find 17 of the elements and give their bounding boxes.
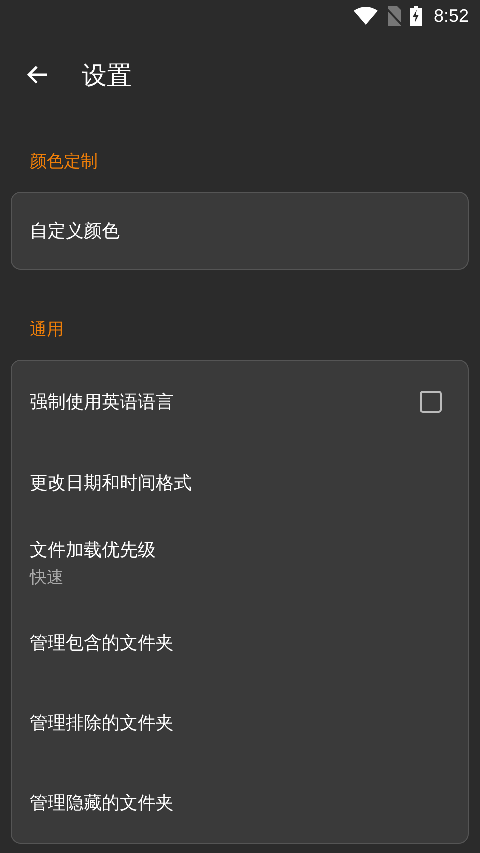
setting-label[interactable]: 强制使用英语语言 — [30, 390, 174, 414]
battery-charging-icon — [410, 6, 422, 26]
no-sim-icon — [386, 6, 402, 26]
clock-time: 8:52 — [434, 6, 469, 26]
setting-label[interactable]: 管理排除的文件夹 — [30, 711, 174, 735]
section-header: 颜色定制 — [29, 151, 99, 174]
setting-label[interactable]: 文件加载优先级 — [30, 538, 156, 562]
checkbox[interactable] — [420, 391, 442, 413]
wifi-icon — [354, 7, 378, 25]
setting-label[interactable]: 更改日期和时间格式 — [30, 471, 192, 495]
setting-label[interactable]: 管理隐藏的文件夹 — [30, 791, 174, 815]
section-header: 通用 — [29, 319, 65, 342]
screen-title: 设置 — [82, 60, 132, 92]
back-arrow-icon[interactable] — [26, 65, 48, 85]
setting-value: 快速 — [30, 566, 65, 588]
setting-label[interactable]: 管理包含的文件夹 — [30, 631, 174, 655]
setting-label[interactable]: 自定义颜色 — [30, 219, 120, 243]
